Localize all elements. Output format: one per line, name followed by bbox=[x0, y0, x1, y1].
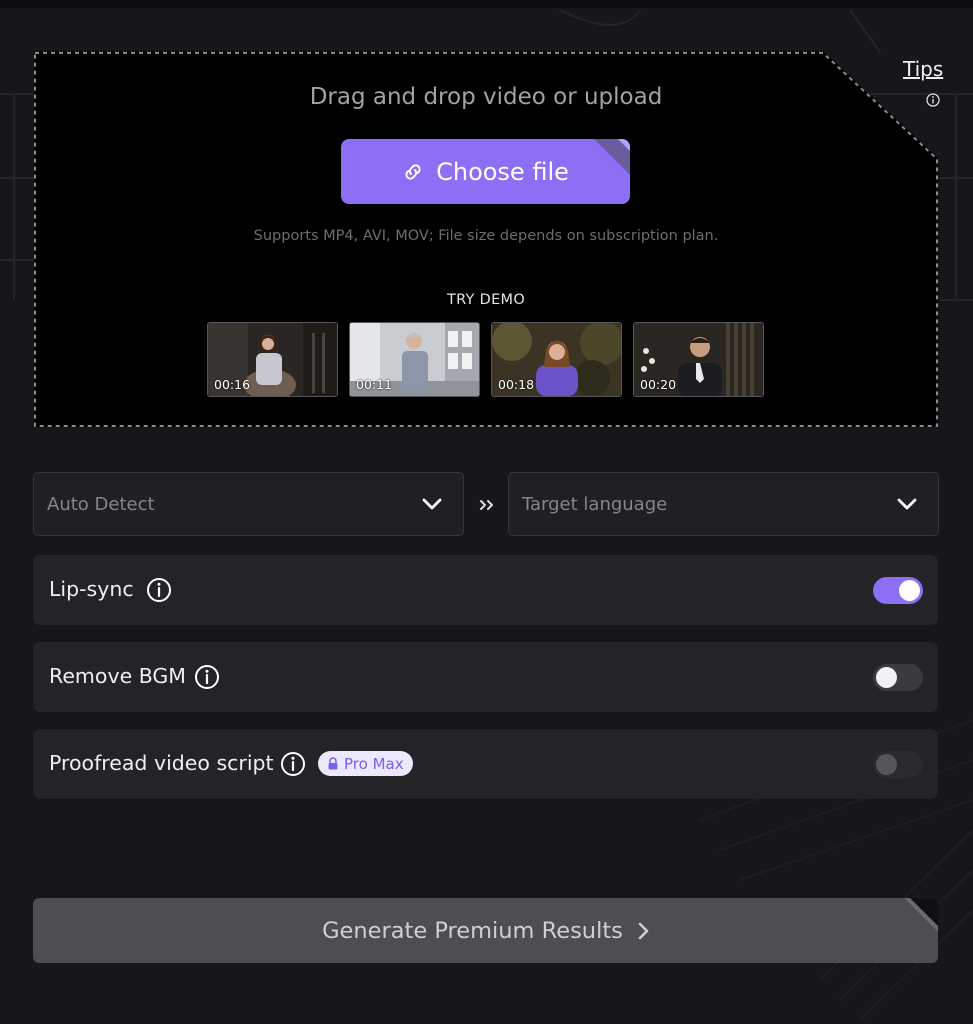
button-corner-decoration bbox=[594, 139, 630, 175]
toggle-knob bbox=[876, 667, 897, 688]
tips-link[interactable]: Tips bbox=[903, 57, 943, 81]
pro-max-badge-label: Pro Max bbox=[344, 754, 404, 773]
demo-duration: 00:16 bbox=[214, 377, 251, 392]
info-icon[interactable] bbox=[194, 664, 220, 690]
remove-bgm-toggle[interactable] bbox=[873, 664, 923, 691]
demo-video-4[interactable]: 00:20 bbox=[633, 322, 764, 397]
option-label: Lip-sync bbox=[49, 577, 134, 601]
toggle-knob bbox=[899, 580, 920, 601]
info-icon[interactable] bbox=[146, 577, 172, 603]
toggle-knob bbox=[876, 754, 897, 775]
option-label: Remove BGM bbox=[49, 664, 186, 688]
chevron-right-icon bbox=[638, 922, 649, 939]
source-language-select[interactable]: Auto Detect bbox=[33, 472, 464, 536]
supported-formats-text: Supports MP4, AVI, MOV; File size depend… bbox=[253, 228, 719, 244]
lip-sync-toggle[interactable] bbox=[873, 577, 923, 604]
pro-max-badge: Pro Max bbox=[318, 751, 413, 776]
choose-file-label: Choose file bbox=[436, 157, 569, 186]
option-label: Proofread video script bbox=[49, 751, 274, 775]
demo-video-1[interactable]: 00:16 bbox=[207, 322, 338, 397]
chevron-down-icon bbox=[422, 498, 442, 510]
lock-icon bbox=[328, 757, 338, 770]
option-proofread-script: Proofread video script Pro Max bbox=[33, 729, 938, 799]
target-language-placeholder: Target language bbox=[522, 494, 668, 515]
button-corner-decoration bbox=[904, 898, 938, 932]
demo-duration: 00:11 bbox=[356, 377, 393, 392]
top-bar bbox=[0, 0, 973, 8]
demo-video-2[interactable]: 00:11 bbox=[349, 322, 480, 397]
try-demo-label: TRY DEMO bbox=[446, 292, 526, 308]
demo-duration: 00:20 bbox=[640, 377, 677, 392]
generate-button[interactable]: Generate Premium Results bbox=[33, 898, 938, 963]
link-icon bbox=[405, 163, 421, 180]
demo-video-3[interactable]: 00:18 bbox=[491, 322, 622, 397]
dropzone-title: Drag and drop video or upload bbox=[309, 84, 663, 110]
target-language-select[interactable]: Target language bbox=[508, 472, 939, 536]
info-icon[interactable] bbox=[280, 751, 306, 777]
proofread-script-toggle[interactable] bbox=[873, 751, 923, 778]
option-remove-bgm: Remove BGM bbox=[33, 642, 938, 712]
chevron-down-icon bbox=[897, 498, 917, 510]
source-language-value: Auto Detect bbox=[47, 494, 155, 515]
demo-duration: 00:18 bbox=[498, 377, 535, 392]
choose-file-button[interactable]: Choose file bbox=[341, 139, 630, 204]
option-lip-sync: Lip-sync bbox=[33, 555, 938, 625]
generate-button-label: Generate Premium Results bbox=[322, 917, 623, 944]
double-chevron-right-icon bbox=[480, 500, 493, 510]
